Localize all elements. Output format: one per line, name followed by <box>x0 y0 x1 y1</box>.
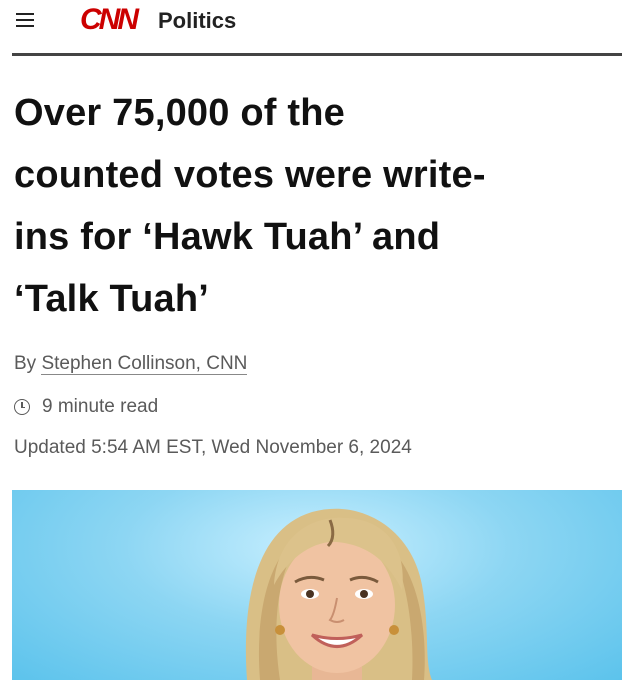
portrait-illustration <box>245 508 432 680</box>
clock-icon <box>14 399 30 415</box>
read-time: 9 minute read <box>14 395 158 419</box>
cnn-logo-text: CNN <box>80 3 139 36</box>
hamburger-menu-icon[interactable] <box>16 12 34 28</box>
read-time-label: 9 minute read <box>42 396 159 417</box>
header-divider <box>12 53 622 56</box>
headline-line: Over 75,000 of the <box>14 92 345 134</box>
site-header: CNN Politics <box>0 0 634 56</box>
headline-line: ins for ‘Hawk Tuah’ and <box>14 216 441 258</box>
article-photo[interactable] <box>12 490 622 680</box>
author-link[interactable]: Stephen Collinson, CNN <box>41 353 248 375</box>
byline: By Stephen Collinson, CNN <box>14 352 248 376</box>
article-headline: Over 75,000 of the counted votes were wr… <box>14 82 619 330</box>
headline-line: ‘Talk Tuah’ <box>14 278 210 320</box>
byline-prefix: By <box>14 353 37 374</box>
headline-line: counted votes were write- <box>14 154 486 196</box>
section-politics-link[interactable]: Politics <box>158 8 236 34</box>
updated-timestamp: Updated 5:54 AM EST, Wed November 6, 202… <box>14 437 412 458</box>
article-page: CNN Politics Over 75,000 of the counted … <box>0 0 634 680</box>
cnn-logo[interactable]: CNN <box>80 3 139 37</box>
